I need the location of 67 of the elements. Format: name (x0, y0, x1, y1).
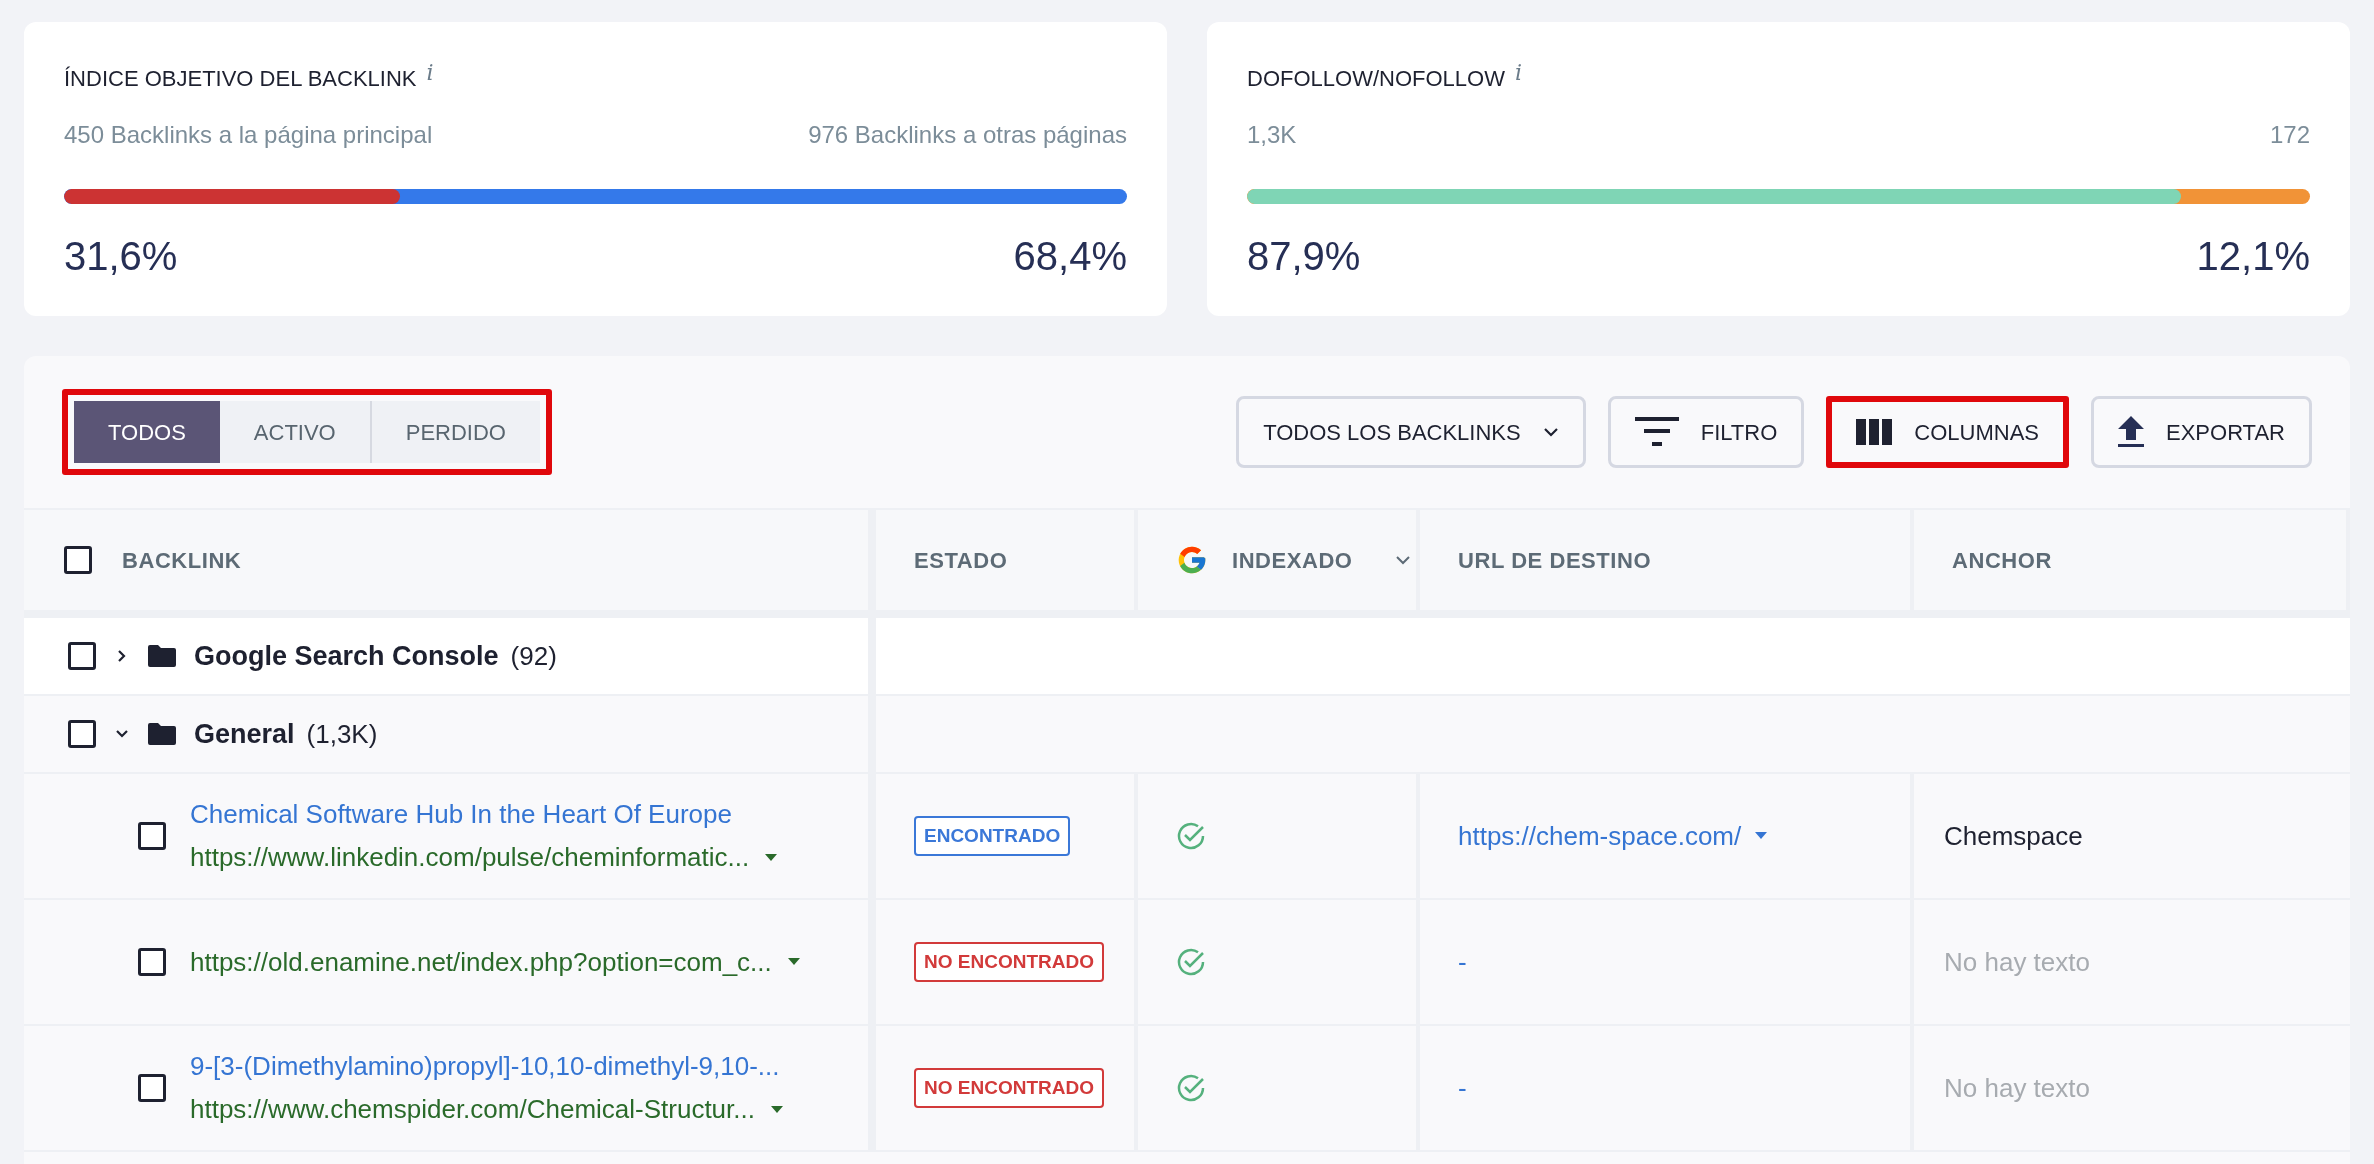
toolbar-button[interactable]: TODOS LOS BACKLINKS (1236, 396, 1586, 468)
chevron-down-icon (1396, 555, 1410, 565)
tab[interactable]: ACTIVO (219, 401, 370, 463)
google-icon (1176, 544, 1208, 576)
backlink-url[interactable]: https://www.chemspider.com/Chemical-Structur... (190, 1090, 755, 1129)
column-header[interactable]: ANCHOR (1914, 510, 2350, 618)
left-percentage: 87,9% (1247, 233, 1361, 280)
tab[interactable]: TODOS (74, 401, 220, 463)
caret-down-icon[interactable] (787, 958, 800, 966)
column-label: ANCHOR (1952, 546, 2052, 575)
target-url[interactable]: - (1458, 942, 1467, 982)
status-badge: NO ENCONTRADO (914, 1067, 1104, 1109)
status-badge: NO ENCONTRADO (914, 941, 1104, 983)
folder-name: Google Search Console (194, 639, 499, 673)
column-label: BACKLINK (122, 546, 242, 575)
backlink-title[interactable]: Chemical Software Hub In the Heart Of Europe (190, 795, 778, 834)
checkbox[interactable] (138, 822, 166, 850)
column-label: URL DE DESTINO (1458, 546, 1652, 575)
card-title: DOFOLLOW/NOFOLLOW (1247, 65, 1505, 93)
toolbar-button[interactable]: EXPORTAR (2091, 396, 2312, 468)
backlink-title[interactable]: 9-[3-(Dimethylamino)propyl]-10,10-dimethyl-9,10-... (190, 1047, 783, 1086)
status-badge: ENCONTRADO (914, 815, 1071, 857)
column-header[interactable]: BACKLINK (24, 510, 876, 618)
caret-down-icon[interactable] (1755, 832, 1768, 840)
folder-icon (148, 645, 176, 667)
info-icon[interactable]: i (1514, 62, 1522, 84)
anchor-text: No hay texto (1944, 1071, 2090, 1105)
column-header[interactable]: INDEXADO (1138, 510, 1420, 618)
caret-down-icon[interactable] (770, 1105, 783, 1114)
target-url[interactable]: https://chem-space.com/ (1458, 816, 1742, 856)
backlink-url[interactable]: https://www.linkedin.com/pulse/cheminformatic... (190, 838, 750, 877)
column-header[interactable]: URL DE DESTINO (1420, 510, 1914, 618)
upload-icon (2118, 416, 2144, 448)
folder-count: (1,3K) (306, 717, 378, 751)
right-label: 976 Backlinks a otras páginas (808, 120, 1127, 150)
chevron-down-icon (1542, 427, 1559, 437)
filter-icon (1634, 417, 1679, 447)
anchor-text: No hay texto (1944, 945, 2090, 979)
folder-row[interactable]: Google Search Console (92) (24, 618, 876, 696)
folder-icon (148, 723, 176, 745)
columns-icon (1856, 419, 1893, 445)
right-percentage: 68,4% (1013, 233, 1127, 280)
target-url[interactable]: - (1458, 1068, 1467, 1108)
folder-name: General (194, 717, 295, 751)
toolbar-button[interactable]: FILTRO (1607, 396, 1805, 468)
checkbox[interactable] (138, 1074, 166, 1102)
toolbar-button[interactable]: COLUMNAS (1826, 396, 2069, 468)
left-label: 450 Backlinks a la página principal (64, 120, 433, 150)
column-header[interactable]: ESTADO (876, 510, 1138, 618)
tab[interactable]: PERDIDO (369, 401, 540, 463)
column-label: ESTADO (914, 546, 1008, 575)
checkbox[interactable] (68, 720, 96, 748)
left-label: 1,3K (1247, 120, 1297, 150)
card-title: ÍNDICE OBJETIVO DEL BACKLINK (64, 65, 417, 93)
checkbox[interactable] (64, 546, 92, 574)
right-percentage: 12,1% (2196, 233, 2310, 280)
left-percentage: 31,6% (64, 233, 178, 280)
checkbox[interactable] (68, 642, 96, 670)
anchor-text: Chemspace (1944, 819, 2083, 853)
caret-down-icon[interactable] (765, 853, 778, 862)
right-label: 172 (2269, 120, 2310, 150)
checkbox[interactable] (138, 948, 166, 976)
info-icon[interactable]: i (426, 62, 434, 84)
folder-count: (92) (510, 639, 557, 673)
backlink-url[interactable]: https://old.enamine.net/index.php?option=com_c... (190, 942, 772, 982)
folder-row[interactable]: General (1,3K) (24, 696, 876, 774)
column-label: INDEXADO (1232, 546, 1353, 575)
